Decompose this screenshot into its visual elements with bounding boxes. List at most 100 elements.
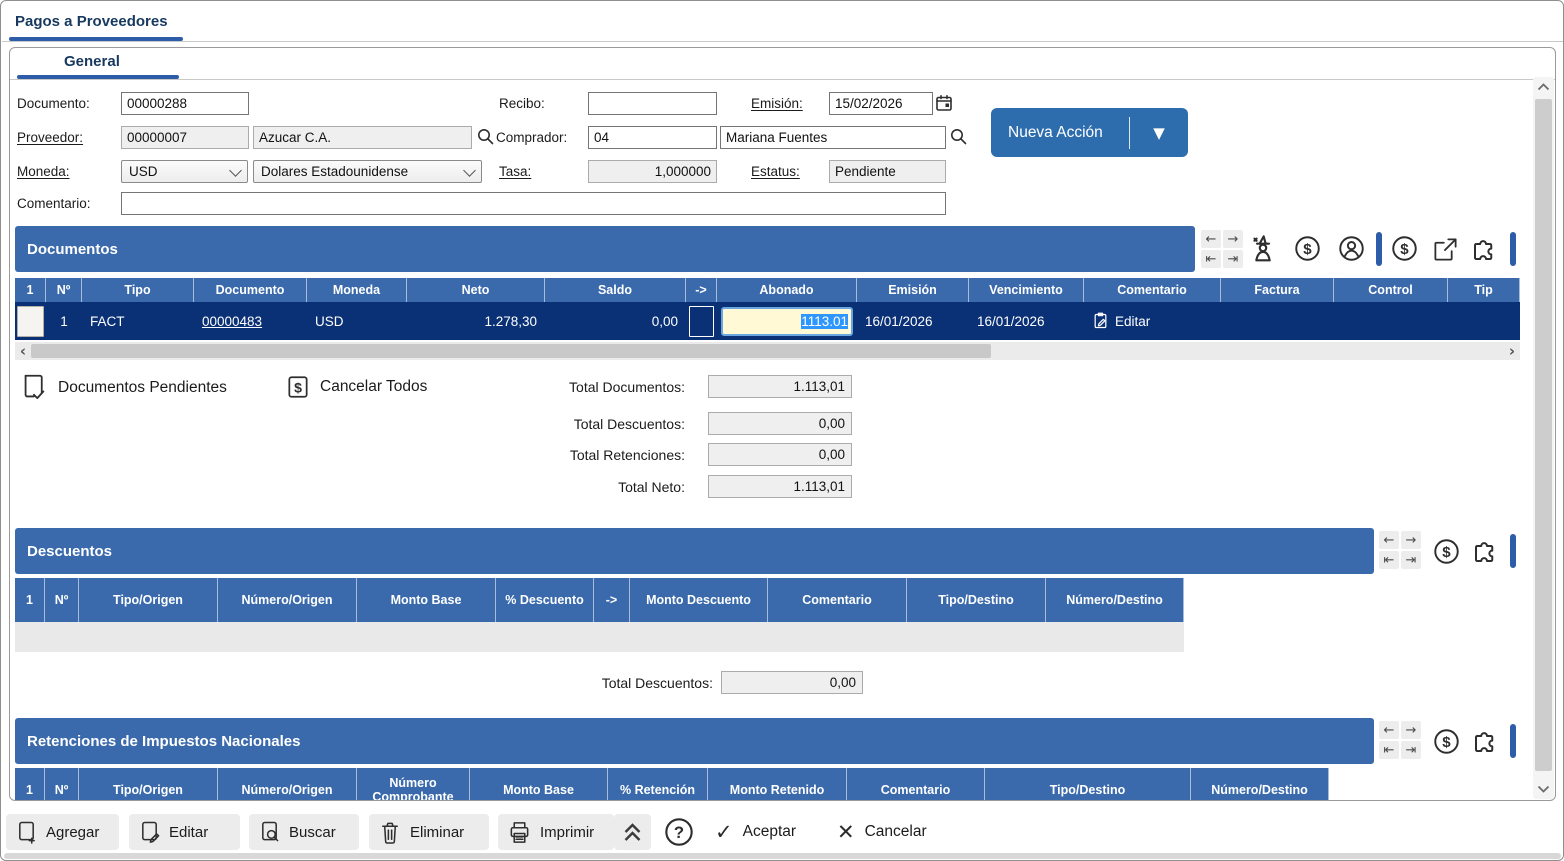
emision-input[interactable]: [829, 92, 933, 115]
eliminar-button[interactable]: Eliminar: [369, 814, 489, 850]
first-record-icon[interactable]: ⇤: [1379, 741, 1399, 759]
documentos-horizontal-scrollbar[interactable]: ‹ ›: [15, 342, 1520, 360]
col-transfer: ->: [686, 278, 717, 302]
help-button[interactable]: ?: [663, 816, 695, 853]
row-comentario-editar[interactable]: Editar: [1084, 302, 1221, 340]
next-record-icon[interactable]: →: [1223, 230, 1243, 248]
scroll-right-icon[interactable]: ›: [1504, 342, 1520, 360]
recibo-input[interactable]: [588, 92, 717, 115]
person-circle-icon[interactable]: [1337, 234, 1366, 268]
recibo-label: Recibo:: [499, 96, 545, 111]
moneda-name-value: Dolares Estadounidense: [261, 164, 408, 179]
retenciones-header-row: 1 Nº Tipo/Origen Número/Origen Número Co…: [15, 768, 1329, 800]
cancelar-todos-label: Cancelar Todos: [320, 378, 427, 396]
next-record-icon[interactable]: →: [1401, 531, 1421, 549]
close-icon: ✕: [837, 820, 855, 844]
emision-label[interactable]: Emisión:: [751, 96, 803, 111]
documentos-section-header: Documentos: [15, 226, 1195, 272]
agregar-button[interactable]: Agregar: [6, 814, 119, 850]
scrollbar-thumb[interactable]: [1535, 99, 1552, 771]
dollar-circle-icon[interactable]: $: [1432, 727, 1461, 761]
editar-link-label: Editar: [1115, 314, 1150, 329]
last-record-icon[interactable]: ⇥: [1223, 250, 1243, 268]
editar-button[interactable]: Editar: [129, 814, 240, 850]
scroll-up-icon[interactable]: [1536, 81, 1551, 93]
proveedor-label[interactable]: Proveedor:: [17, 130, 83, 145]
calendar-icon[interactable]: [935, 94, 953, 117]
window-title: Pagos a Proveedores: [15, 13, 168, 30]
wizard-icon[interactable]: [1247, 233, 1279, 270]
panel-divider: [10, 79, 1555, 80]
proveedor-search-icon[interactable]: [476, 127, 495, 151]
moneda-name-select[interactable]: Dolares Estadounidense: [253, 160, 482, 183]
col-comentario: Comentario: [847, 768, 985, 800]
row-tipo-afectado: [1448, 302, 1520, 340]
moneda-code-select[interactable]: USD: [121, 160, 248, 183]
col-pct-retencion: % Retención: [608, 768, 708, 800]
dollar-circle-icon[interactable]: $: [1432, 537, 1461, 571]
chevron-down-icon: [463, 164, 476, 177]
col-emision: Emisión: [857, 278, 969, 302]
document-check-icon: [21, 373, 48, 402]
dollar-square-icon: $: [286, 374, 310, 400]
row-moneda: USD: [307, 302, 407, 340]
first-record-icon[interactable]: ⇤: [1201, 250, 1221, 268]
documentos-pendientes-label: Documentos Pendientes: [58, 379, 227, 397]
col-numero: Nº: [46, 278, 82, 302]
comprador-name-input[interactable]: [720, 126, 946, 149]
tasa-label[interactable]: Tasa:: [499, 164, 531, 179]
first-record-icon[interactable]: ⇤: [1379, 551, 1399, 569]
prev-record-icon[interactable]: ←: [1201, 230, 1221, 248]
col-comentario: Comentario: [768, 578, 907, 622]
puzzle-icon[interactable]: [1471, 726, 1501, 761]
comentario-input[interactable]: [121, 192, 946, 215]
cancelar-todos-button[interactable]: $ Cancelar Todos: [286, 374, 427, 400]
last-record-icon[interactable]: ⇥: [1401, 741, 1421, 759]
last-record-icon[interactable]: ⇥: [1401, 551, 1421, 569]
caret-down-icon[interactable]: ▼: [1130, 124, 1188, 142]
descuentos-title: Descuentos: [27, 543, 112, 560]
puzzle-icon[interactable]: [1471, 536, 1501, 571]
dollar-circle-icon[interactable]: $: [1293, 234, 1322, 268]
chevron-down-icon: [229, 164, 242, 177]
puzzle-icon[interactable]: [1470, 234, 1500, 269]
documento-label: Documento:: [17, 96, 90, 111]
prev-record-icon[interactable]: ←: [1379, 721, 1399, 739]
documentos-pendientes-button[interactable]: Documentos Pendientes: [21, 373, 227, 402]
buscar-button[interactable]: Buscar: [249, 814, 359, 850]
page-horizontal-scrollbar[interactable]: [4, 853, 1561, 859]
prev-record-icon[interactable]: ←: [1379, 531, 1399, 549]
estatus-label[interactable]: Estatus:: [751, 164, 800, 179]
check-icon: ✓: [715, 820, 733, 844]
col-saldo: Saldo: [545, 278, 686, 302]
col-transfer: ->: [594, 578, 630, 622]
comprador-search-icon[interactable]: [949, 127, 968, 151]
aceptar-button[interactable]: ✓ Aceptar: [715, 814, 796, 850]
col-monto-base: Monto Base: [357, 578, 496, 622]
nueva-accion-button[interactable]: Nueva Acción ▼: [991, 108, 1188, 157]
cancelar-button[interactable]: ✕ Cancelar: [837, 814, 927, 850]
scroll-down-icon[interactable]: [1536, 783, 1551, 795]
question-circle-icon: ?: [663, 816, 695, 848]
tab-general[interactable]: General: [64, 53, 120, 70]
imprimir-label: Imprimir: [540, 824, 594, 841]
abonado-input[interactable]: 1113.01: [721, 307, 853, 336]
external-link-icon[interactable]: [1432, 236, 1459, 268]
row-transfer-button[interactable]: [689, 306, 714, 337]
dollar-circle-icon[interactable]: $: [1390, 234, 1419, 268]
scrollbar-thumb[interactable]: [31, 344, 991, 358]
documento-input[interactable]: [121, 92, 249, 115]
collapse-toolbar-button[interactable]: [614, 814, 651, 850]
next-record-icon[interactable]: →: [1401, 721, 1421, 739]
scroll-left-icon[interactable]: ‹: [15, 342, 31, 360]
moneda-label[interactable]: Moneda:: [17, 164, 70, 179]
imprimir-button[interactable]: Imprimir: [498, 814, 614, 850]
comprador-code-input[interactable]: [588, 126, 717, 149]
documentos-title: Documentos: [27, 241, 118, 258]
section-separator: [1510, 232, 1516, 266]
vertical-scrollbar[interactable]: [1533, 77, 1554, 799]
row-checkbox[interactable]: [17, 306, 44, 337]
table-row[interactable]: 1 FACT 00000483 USD 1.278,30 0,00 1113.0…: [15, 302, 1520, 340]
document-search-icon: [259, 820, 280, 845]
documento-link[interactable]: 00000483: [202, 314, 262, 329]
